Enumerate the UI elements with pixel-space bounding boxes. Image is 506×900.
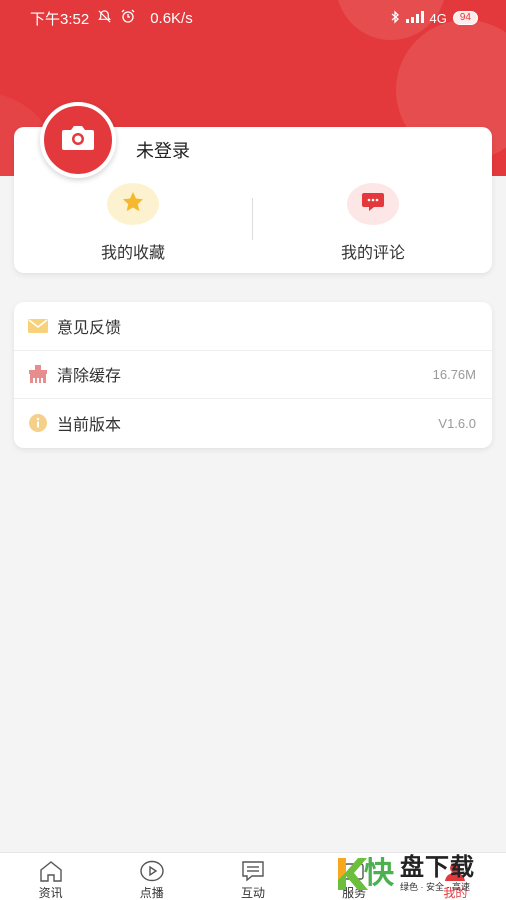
chat-icon bbox=[239, 860, 267, 882]
status-time: 下午3:52 bbox=[30, 10, 90, 28]
version-number: V1.6.0 bbox=[438, 415, 476, 431]
my-comments-button[interactable]: 我的评论 bbox=[273, 183, 473, 263]
service-icon bbox=[340, 860, 368, 882]
menu-item-version[interactable]: 当前版本 V1.6.0 bbox=[14, 399, 492, 448]
profile-card: 未登录 我的收藏 我的评论 bbox=[14, 102, 492, 273]
menu-item-label: 当前版本 bbox=[57, 417, 122, 435]
favorites-icon-bg bbox=[107, 183, 159, 225]
home-icon bbox=[37, 860, 65, 882]
net-speed: 0.6K/s bbox=[150, 9, 193, 27]
tab-news[interactable]: 资讯 bbox=[0, 853, 101, 900]
status-bar: 下午3:52 0.6K/s 4G 94 bbox=[0, 0, 506, 36]
divider bbox=[252, 198, 253, 240]
login-status[interactable]: 未登录 bbox=[136, 137, 190, 163]
tab-service[interactable]: 服务 bbox=[304, 853, 405, 900]
settings-menu: 意见反馈 清除缓存 16.76M 当前版本 V1.6.0 bbox=[14, 302, 492, 448]
tab-label: 我的 bbox=[443, 886, 468, 900]
my-favorites-button[interactable]: 我的收藏 bbox=[33, 183, 233, 263]
favorites-label: 我的收藏 bbox=[100, 245, 165, 262]
profile-icon bbox=[441, 860, 469, 882]
tab-interact[interactable]: 互动 bbox=[202, 853, 303, 900]
battery-level: 94 bbox=[452, 11, 478, 25]
avatar[interactable] bbox=[40, 102, 116, 178]
cache-size: 16.76M bbox=[432, 366, 476, 382]
tab-label: 互动 bbox=[240, 886, 265, 900]
tab-vod[interactable]: 点播 bbox=[101, 853, 202, 900]
play-icon bbox=[138, 860, 166, 882]
network-type: 4G bbox=[429, 10, 447, 26]
comment-icon bbox=[361, 191, 385, 218]
camera-icon bbox=[60, 124, 96, 157]
menu-item-label: 意见反馈 bbox=[57, 319, 122, 337]
alarm-icon bbox=[120, 8, 136, 28]
tab-label: 服务 bbox=[342, 886, 367, 900]
bottom-tab-bar: 资讯 点播 互动 服务 我的 bbox=[0, 852, 506, 900]
broom-icon bbox=[28, 364, 48, 384]
comments-icon-bg bbox=[347, 183, 399, 225]
menu-item-feedback[interactable]: 意见反馈 bbox=[14, 302, 492, 351]
tab-label: 点播 bbox=[139, 886, 164, 900]
envelope-icon bbox=[28, 316, 48, 336]
tab-mine[interactable]: 我的 bbox=[405, 853, 506, 900]
bluetooth-icon bbox=[390, 9, 400, 27]
bell-off-icon bbox=[97, 9, 112, 28]
signal-icon bbox=[405, 10, 424, 26]
menu-item-clear-cache[interactable]: 清除缓存 16.76M bbox=[14, 351, 492, 400]
info-icon bbox=[28, 413, 48, 433]
comments-label: 我的评论 bbox=[340, 245, 405, 262]
tab-label: 资讯 bbox=[38, 886, 63, 900]
menu-item-label: 清除缓存 bbox=[57, 368, 122, 386]
star-icon bbox=[121, 190, 145, 219]
